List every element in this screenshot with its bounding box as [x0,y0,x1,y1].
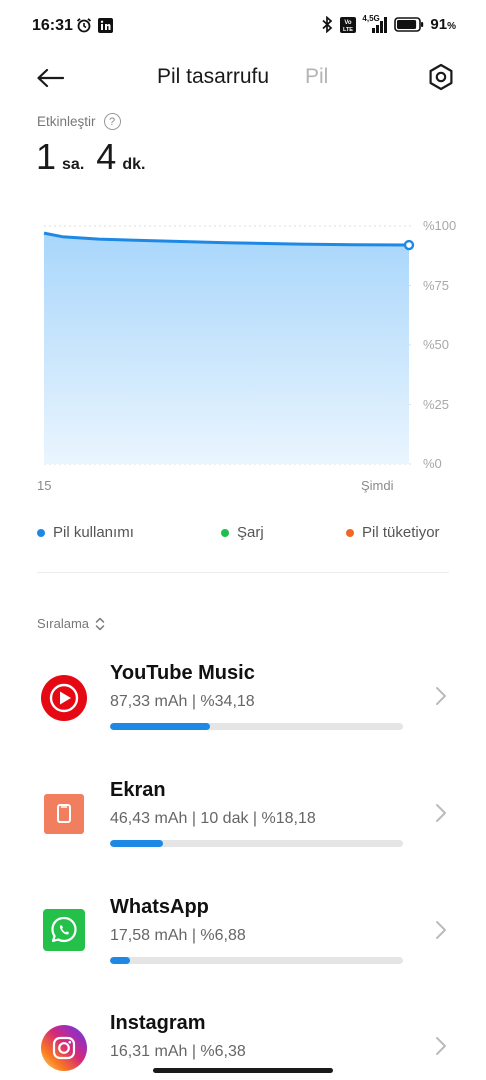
app-detail: 16,31 mAh | %6,38 [110,1043,246,1060]
estimate-minutes-unit: dk. [122,156,146,173]
app-name: WhatsApp [110,896,209,918]
app-name: Instagram [110,1012,206,1034]
chevron-right-icon [436,921,446,939]
app-name: Ekran [110,779,166,801]
svg-text:Vo: Vo [345,20,353,26]
help-icon[interactable]: ? [103,113,121,130]
estimate-label-text: Etkinleştir [37,114,96,129]
legend-label: Şarj [237,524,264,541]
legend-dot [346,528,354,537]
usage-bar-fill [110,840,164,847]
status-right-icons: Vo LTE 4,5G 91% [320,14,456,33]
chevron-right-icon [436,804,446,822]
settings-button[interactable] [424,60,458,94]
estimate-hours-unit: sa. [62,156,85,173]
bluetooth-icon [322,16,333,33]
legend-label: Pil kullanımı [53,524,134,541]
sort-chevron-icon [95,617,105,630]
home-indicator[interactable] [153,1068,333,1073]
chart-legend: Pil kullanımı Şarj Pil tüketiyor [0,524,486,546]
y-tick-label: %50 [423,337,450,352]
legend-label: Pil tüketiyor [362,524,440,541]
battery-percent: 91% [430,16,456,33]
x-tick-start: 15 [37,478,52,493]
app-row-youtube-music[interactable]: YouTube Music 87,33 mAh | %34,18 [0,662,486,775]
current-point [403,239,415,251]
status-time: 16:31 [32,17,73,34]
back-arrow-icon [37,68,64,88]
linkedin-icon [98,17,113,33]
app-header: Pil tasarrufu Pil [0,52,486,104]
app-detail: 46,43 mAh | 10 dak | %18,18 [110,810,316,827]
battery-chart: %100 %75 %50 %25 %0 15 Şimdi [0,200,486,500]
battery-chart-svg [43,225,415,465]
usage-bar-fill [110,723,211,730]
usage-area [44,233,409,464]
instagram-icon [41,1025,87,1071]
estimate-label: Etkinleştir ? [37,113,121,130]
usage-bar [110,840,403,847]
y-tick-label: %25 [423,396,450,412]
chevron-right-icon [436,687,446,705]
youtube-music-icon [41,675,87,721]
chevron-right-icon [436,1037,446,1055]
legend-dot [37,528,45,537]
divider [37,572,449,573]
legend-dot [221,528,229,537]
app-row-whatsapp[interactable]: WhatsApp 17,58 mAh | %6,88 [0,896,486,1009]
status-bar: 16:31 Vo LTE 4,5G 91% [0,0,486,52]
alarm-icon [76,18,92,33]
back-button[interactable] [30,62,70,94]
legend-item-usage: Pil kullanımı [37,524,134,541]
settings-icon [429,63,453,91]
estimate-hours: 1 [36,136,57,177]
legend-item-draining: Pil tüketiyor [346,524,440,541]
usage-bar-fill [110,957,131,964]
signal-icon: 4,5G [362,14,388,33]
app-row-screen[interactable]: Ekran 46,43 mAh | 10 dak | %18,18 [0,779,486,892]
estimated-time: 1 sa. 4 dk. [36,136,151,178]
sort-label: Sıralama [37,616,90,631]
app-detail: 17,58 mAh | %6,88 [110,927,246,944]
y-tick-label: %75 [423,277,450,293]
app-name: YouTube Music [110,662,255,684]
y-tick-label: %0 [423,456,442,471]
svg-text:LTE: LTE [343,27,353,33]
estimate-minutes: 4 [96,136,117,177]
legend-item-charging: Şarj [221,524,264,541]
volte-icon: Vo LTE [340,16,357,33]
usage-bar [110,723,403,730]
app-detail: 87,33 mAh | %34,18 [110,693,255,710]
sort-button[interactable]: Sıralama [37,616,105,631]
tab-battery-saver[interactable]: Pil tasarrufu [157,65,269,89]
screen-icon [44,794,84,834]
usage-bar [110,957,403,964]
tab-battery[interactable]: Pil [305,65,328,89]
x-tick-end: Şimdi [361,478,394,493]
whatsapp-icon [43,909,85,951]
status-left-icons [76,17,113,33]
y-tick-label: %100 [423,218,457,233]
battery-icon [394,17,424,32]
